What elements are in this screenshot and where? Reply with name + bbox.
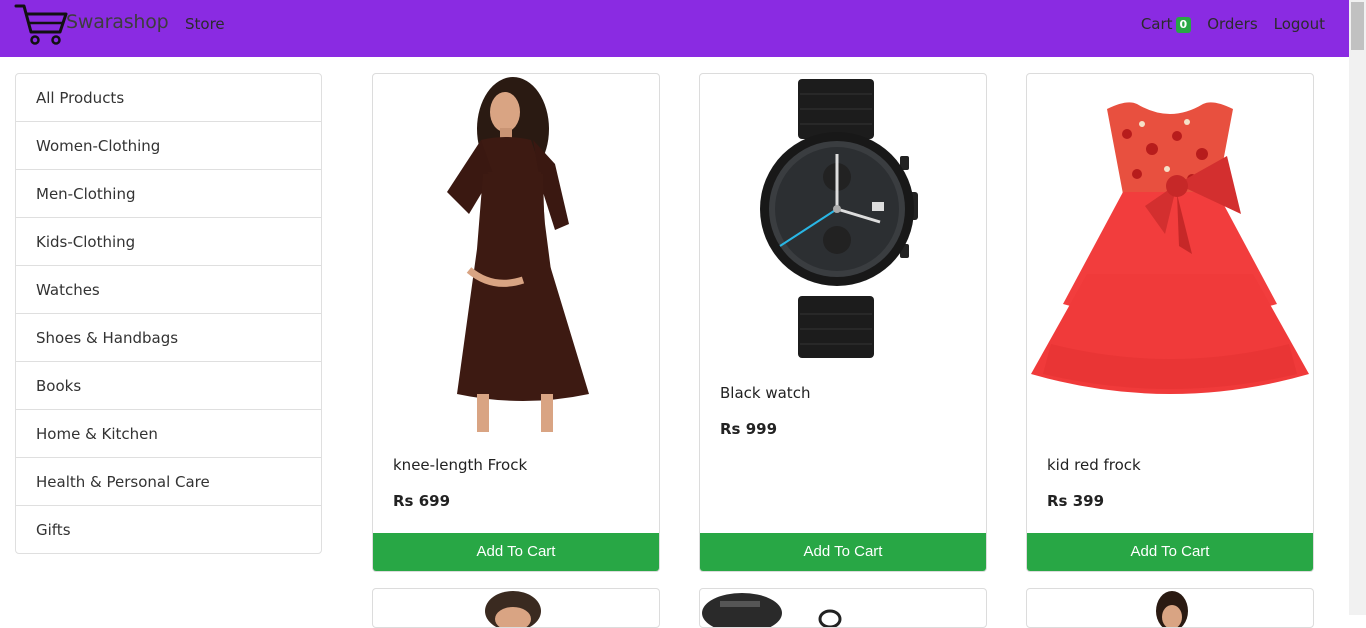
product-price: Rs 999 bbox=[720, 420, 778, 438]
product-image-frock[interactable] bbox=[373, 74, 659, 434]
product-name[interactable]: Black watch bbox=[720, 384, 810, 402]
product-card: Black watch Rs 999 Add To Cart bbox=[699, 73, 987, 572]
add-to-cart-button[interactable]: Add To Cart bbox=[1027, 533, 1313, 571]
product-card bbox=[372, 588, 660, 628]
product-card: knee-length Frock Rs 699 Add To Cart bbox=[372, 73, 660, 572]
cart-count-badge: 0 bbox=[1175, 17, 1192, 33]
category-women-clothing[interactable]: Women-Clothing bbox=[15, 121, 322, 170]
category-men-clothing[interactable]: Men-Clothing bbox=[15, 169, 322, 218]
category-shoes-handbags[interactable]: Shoes & Handbags bbox=[15, 313, 322, 362]
category-watches[interactable]: Watches bbox=[15, 265, 322, 314]
category-kids-clothing[interactable]: Kids-Clothing bbox=[15, 217, 322, 266]
top-navbar: Swarashop Store Cart 0 Orders Logout bbox=[0, 0, 1349, 57]
category-all-products[interactable]: All Products bbox=[15, 73, 322, 122]
product-price: Rs 399 bbox=[1047, 492, 1105, 510]
category-sidebar: All Products Women-Clothing Men-Clothing… bbox=[15, 73, 322, 554]
nav-logout-link[interactable]: Logout bbox=[1274, 15, 1325, 33]
product-image-kids-frock[interactable] bbox=[1027, 74, 1313, 414]
category-health-personal-care[interactable]: Health & Personal Care bbox=[15, 457, 322, 506]
nav-store-link[interactable]: Store bbox=[185, 15, 225, 33]
product-card bbox=[1026, 588, 1314, 628]
category-books[interactable]: Books bbox=[15, 361, 322, 410]
product-name[interactable]: kid red frock bbox=[1047, 456, 1141, 474]
product-card: kid red frock Rs 399 Add To Cart bbox=[1026, 73, 1314, 572]
shopping-cart-icon bbox=[14, 4, 68, 45]
nav-orders-link[interactable]: Orders bbox=[1207, 15, 1257, 33]
product-price: Rs 699 bbox=[393, 492, 451, 510]
product-image-partial[interactable] bbox=[1027, 589, 1313, 628]
add-to-cart-button[interactable]: Add To Cart bbox=[373, 533, 659, 571]
page-scrollbar[interactable] bbox=[1349, 0, 1366, 615]
nav-right-links: Cart 0 Orders Logout bbox=[1141, 15, 1325, 33]
product-name[interactable]: knee-length Frock bbox=[393, 456, 527, 474]
product-card bbox=[699, 588, 987, 628]
add-to-cart-button[interactable]: Add To Cart bbox=[700, 533, 986, 571]
nav-cart-link[interactable]: Cart 0 bbox=[1140, 15, 1192, 33]
cart-label: Cart bbox=[1140, 15, 1173, 33]
product-image-partial[interactable] bbox=[700, 589, 986, 628]
category-gifts[interactable]: Gifts bbox=[15, 505, 322, 554]
product-image-watch[interactable] bbox=[700, 74, 986, 364]
brand-link[interactable]: Swarashop bbox=[14, 2, 169, 46]
brand-name: Swarashop bbox=[66, 11, 169, 33]
category-home-kitchen[interactable]: Home & Kitchen bbox=[15, 409, 322, 458]
product-image-partial[interactable] bbox=[373, 589, 659, 628]
scrollbar-thumb[interactable] bbox=[1351, 2, 1364, 50]
